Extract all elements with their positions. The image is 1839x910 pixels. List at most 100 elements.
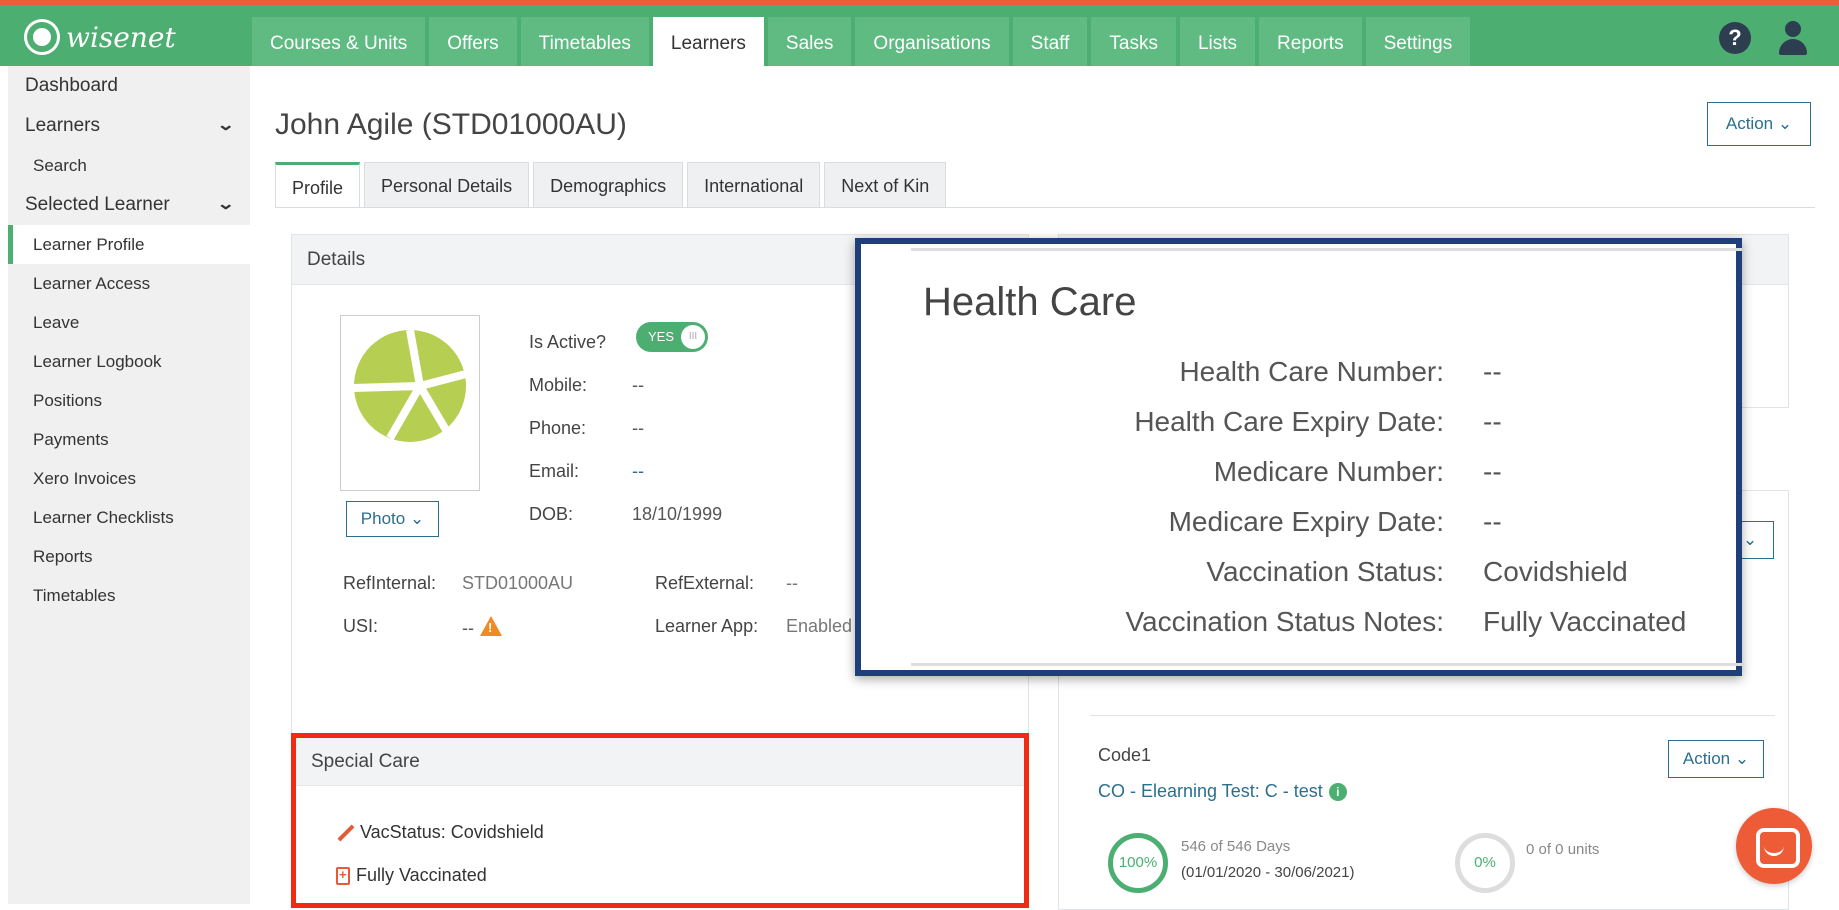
sidebar-item-search[interactable]: Search: [8, 146, 250, 185]
is-active-toggle[interactable]: YES III: [636, 322, 708, 352]
toggle-knob: III: [681, 325, 705, 349]
nav-tab-tasks[interactable]: Tasks: [1091, 17, 1176, 71]
sidebar-learners-label: Learners: [25, 115, 100, 136]
learner-photo: [340, 315, 480, 491]
tab-international[interactable]: International: [687, 162, 821, 208]
sidebar-item-dashboard[interactable]: Dashboard: [8, 66, 250, 106]
sidebar-group-selected-learner[interactable]: Selected Learner ⌄: [8, 185, 250, 225]
nav-tab-staff[interactable]: Staff: [1012, 17, 1088, 71]
health-care-expiry-label: Health Care Expiry Date:: [1134, 406, 1444, 437]
phone-value: --: [632, 418, 644, 438]
nav-tab-offers[interactable]: Offers: [429, 17, 517, 71]
logo-icon: [24, 19, 60, 55]
days-text: 546 of 546 Days: [1181, 838, 1291, 855]
email-value[interactable]: --: [632, 461, 644, 482]
dob-label: DOB:: [529, 504, 574, 524]
sidebar-item-learner-profile[interactable]: Learner Profile: [8, 225, 250, 264]
nav-tab-timetables[interactable]: Timetables: [520, 17, 649, 71]
clipboard-icon: [336, 866, 350, 885]
health-care-expiry-value: --: [1483, 406, 1502, 437]
vac-note-text: Fully Vaccinated: [356, 865, 487, 885]
sidebar-item-learner-checklists[interactable]: Learner Checklists: [8, 498, 250, 537]
nav-tab-sales[interactable]: Sales: [767, 17, 852, 71]
photo-button-label: Photo: [360, 509, 406, 528]
toggle-yes-label: YES: [648, 329, 675, 344]
sidebar-dashboard-label: Dashboard: [25, 75, 118, 96]
usi-value-wrap: --!: [462, 616, 502, 639]
sidebar-item-xero-invoices[interactable]: Xero Invoices: [8, 459, 250, 498]
sidebar-item-reports[interactable]: Reports: [8, 537, 250, 576]
sidebar-item-learner-logbook[interactable]: Learner Logbook: [8, 342, 250, 381]
top-navbar: wisenet Courses & Units Offers Timetable…: [0, 5, 1839, 71]
learner-app-label: Learner App:: [655, 616, 759, 636]
popup-top-divider: [911, 248, 1742, 251]
vac-status-text: VacStatus: Covidshield: [360, 822, 544, 842]
nav-tab-organisations[interactable]: Organisations: [855, 17, 1009, 71]
special-care-panel: Special Care VacStatus: Covidshield Full…: [291, 733, 1029, 908]
wisenet-logo[interactable]: wisenet: [24, 19, 176, 55]
sidebar-item-learner-access[interactable]: Learner Access: [8, 264, 250, 303]
dob-value: 18/10/1999: [632, 504, 723, 524]
sidebar-item-timetables[interactable]: Timetables: [8, 576, 250, 615]
tab-personal-details[interactable]: Personal Details: [364, 162, 530, 208]
tab-profile[interactable]: Profile: [275, 162, 361, 208]
chevron-down-icon: ⌄: [1777, 114, 1793, 133]
sidebar-item-leave[interactable]: Leave: [8, 303, 250, 342]
chevron-down-icon: ⌄: [1734, 749, 1750, 768]
course-link-row: CO - Elearning Test: C - test i: [1098, 781, 1347, 802]
page-title: John Agile (STD01000AU): [275, 108, 627, 141]
nav-tab-settings[interactable]: Settings: [1365, 17, 1471, 71]
page-action-label: Action: [1725, 114, 1774, 133]
medicare-number-value: --: [1483, 456, 1502, 487]
phone-label: Phone:: [529, 418, 587, 438]
warning-glyph: !: [488, 620, 493, 635]
course-link[interactable]: CO - Elearning Test: C - test: [1098, 781, 1323, 801]
days-progress-ring: 100%: [1108, 833, 1168, 893]
help-icon[interactable]: ?: [1719, 22, 1751, 54]
info-icon[interactable]: i: [1328, 783, 1347, 801]
vaccination-notes-label: Vaccination Status Notes:: [1125, 606, 1444, 637]
health-care-popup: Health Care Health Care Number: -- Healt…: [855, 238, 1742, 676]
email-label: Email:: [529, 461, 580, 481]
health-care-title: Health Care: [923, 280, 1137, 324]
warning-icon[interactable]: !: [480, 616, 502, 636]
learner-app-value: Enabled: [786, 616, 853, 636]
nav-tab-courses[interactable]: Courses & Units: [252, 17, 426, 71]
sidebar-selected-learner-label: Selected Learner: [25, 194, 170, 215]
tab-demographics[interactable]: Demographics: [533, 162, 684, 208]
sidebar-item-payments[interactable]: Payments: [8, 420, 250, 459]
brand-name: wisenet: [66, 20, 176, 54]
vaccination-status-label: Vaccination Status:: [1206, 556, 1444, 587]
units-text: 0 of 0 units: [1526, 841, 1600, 858]
vac-note-row: Fully Vaccinated: [336, 865, 487, 886]
nav-tab-reports[interactable]: Reports: [1259, 17, 1362, 71]
refinternal-label: RefInternal:: [343, 573, 437, 593]
health-care-number-value: --: [1483, 356, 1502, 387]
top-right-icons: ?: [1719, 21, 1809, 55]
chevron-down-icon: ⌄: [215, 117, 235, 134]
profile-tabs: Profile Personal Details Demographics In…: [275, 162, 947, 208]
medicare-expiry-value: --: [1483, 506, 1502, 537]
enrolment-divider: [1090, 715, 1775, 716]
sidebar-group-learners[interactable]: Learners ⌄: [8, 106, 250, 146]
sidebar-item-positions[interactable]: Positions: [8, 381, 250, 420]
vac-status-row: VacStatus: Covidshield: [336, 822, 544, 843]
date-range-text: (01/01/2020 - 30/06/2021): [1181, 864, 1355, 881]
user-icon[interactable]: [1777, 21, 1809, 55]
chevron-down-icon: ⌄: [215, 196, 235, 213]
photo-button[interactable]: Photo ⌄: [346, 501, 439, 537]
usi-value: --: [462, 618, 474, 638]
health-care-number-label: Health Care Number:: [1179, 356, 1444, 387]
main-nav: Courses & Units Offers Timetables Learne…: [252, 17, 1471, 71]
tab-next-of-kin[interactable]: Next of Kin: [824, 162, 947, 208]
page-action-button[interactable]: Action ⌄: [1707, 102, 1811, 146]
sidebar: Dashboard Learners ⌄ Search Selected Lear…: [8, 66, 250, 904]
enrolment-code: Code1: [1098, 745, 1152, 765]
chat-icon[interactable]: [1736, 808, 1812, 884]
units-progress-ring: 0%: [1455, 833, 1515, 893]
special-care-heading: Special Care: [296, 738, 1024, 786]
nav-tab-learners[interactable]: Learners: [652, 17, 764, 71]
enrolment-action-button[interactable]: Action ⌄: [1668, 740, 1764, 778]
nav-tab-lists[interactable]: Lists: [1179, 17, 1256, 71]
mobile-label: Mobile:: [529, 375, 588, 395]
